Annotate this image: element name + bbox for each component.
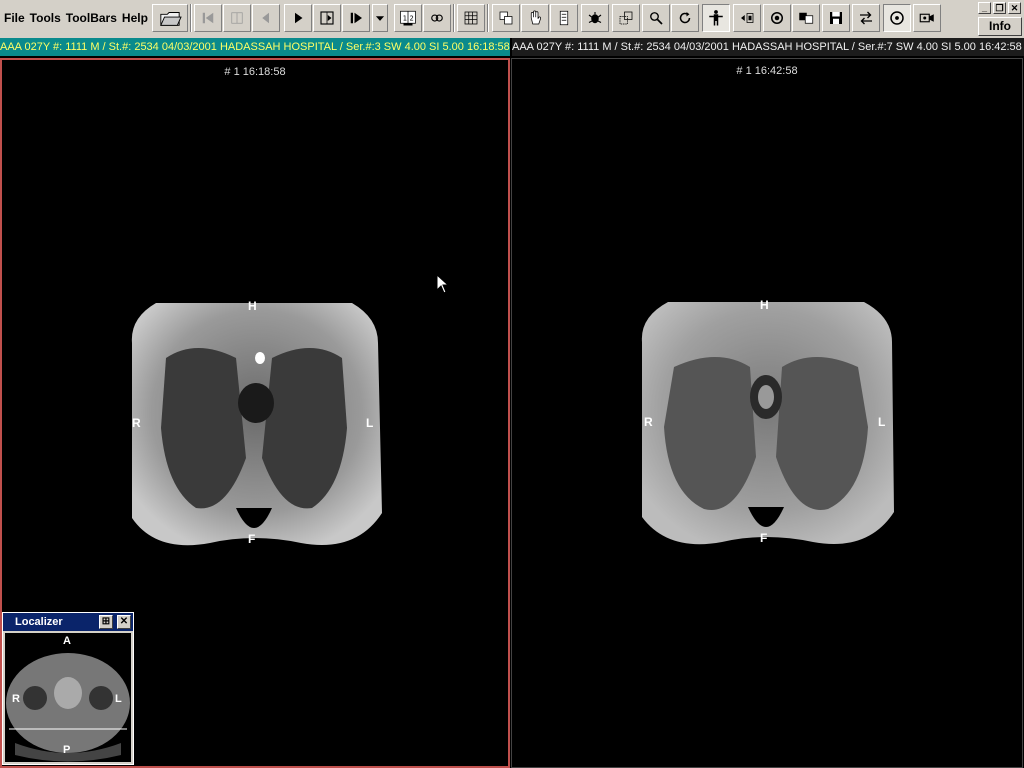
maximize-icon: ⊞ — [101, 616, 111, 627]
grid-icon — [464, 11, 478, 25]
menu-bar: File Tools ToolBars Help — [4, 11, 148, 25]
left-mri-image — [131, 303, 382, 546]
skip-back-icon — [202, 12, 214, 24]
link-series-button[interactable] — [423, 4, 451, 32]
right-orientation-right: L — [878, 415, 886, 429]
right-mri-image — [641, 302, 894, 545]
body-icon — [709, 10, 723, 26]
left-image-stamp: # 1 16:18:58 — [224, 66, 286, 78]
menu-toolbars[interactable]: ToolBars — [66, 11, 117, 25]
bug-icon — [588, 12, 602, 24]
hand-icon — [530, 10, 542, 25]
localizer-orientation-right: L — [115, 693, 122, 705]
zoom-button[interactable] — [642, 4, 670, 32]
menu-file[interactable]: File — [4, 11, 25, 25]
right-orientation-top: H — [760, 298, 769, 312]
svg-text:1: 1 — [403, 14, 407, 22]
select-region-button[interactable] — [612, 4, 640, 32]
mouse-cursor-icon — [436, 274, 450, 294]
right-series-header: AAA 027Y #: 1111 M / St.#: 2534 04/03/20… — [512, 38, 1024, 56]
save-button[interactable] — [822, 4, 850, 32]
region-icon — [619, 11, 633, 25]
right-orientation-bottom: F — [760, 531, 768, 545]
svg-text:2: 2 — [410, 14, 414, 22]
localizer-image — [6, 653, 130, 762]
magnifier-icon — [650, 12, 663, 25]
localizer-maximize-button[interactable]: ⊞ — [99, 615, 113, 629]
right-viewport[interactable]: # 1 16:42:58 H F R L — [511, 58, 1023, 768]
prev-series-button[interactable] — [223, 4, 251, 32]
orientation-button[interactable] — [702, 4, 730, 32]
minimize-button[interactable]: _ — [978, 2, 991, 14]
pan-button[interactable] — [521, 4, 549, 32]
left-series-header: AAA 027Y #: 1111 M / St.#: 2534 04/03/20… — [0, 38, 510, 56]
close-icon: ✕ — [119, 616, 129, 627]
compare-icon — [799, 12, 814, 24]
localizer-view[interactable]: A P R L — [5, 633, 131, 762]
series-forward-icon — [320, 11, 334, 25]
rotate-icon — [679, 12, 691, 24]
compare-button[interactable] — [792, 4, 820, 32]
swap-arrows-icon — [860, 11, 872, 25]
flip-icon — [741, 13, 754, 23]
copy-button[interactable] — [492, 4, 520, 32]
menu-help[interactable]: Help — [122, 11, 148, 25]
more-dropdown-button[interactable] — [372, 4, 388, 32]
target-button[interactable] — [763, 4, 791, 32]
play-icon — [295, 12, 303, 24]
measure-button[interactable] — [581, 4, 609, 32]
play-button[interactable] — [284, 4, 312, 32]
chevron-down-icon — [375, 16, 385, 21]
main-toolbar: File Tools ToolBars Help 12 _ ❐ ✕ Info — [0, 0, 1024, 38]
grid-button[interactable] — [457, 4, 485, 32]
right-orientation-left: R — [644, 415, 653, 429]
skip-forward-icon — [350, 12, 362, 24]
folder-open-icon — [160, 12, 182, 26]
circle-dot-icon — [890, 11, 904, 25]
layout-1x2-icon: 12 — [400, 10, 416, 26]
cine-button[interactable] — [883, 4, 911, 32]
flip-button[interactable] — [733, 4, 761, 32]
first-frame-button[interactable] — [194, 4, 222, 32]
copy-icon — [499, 11, 513, 25]
video-camera-icon — [919, 13, 934, 23]
left-orientation-right: L — [366, 416, 374, 430]
close-button[interactable]: ✕ — [1008, 2, 1021, 14]
triangle-left-icon — [262, 12, 269, 24]
left-orientation-left: R — [132, 416, 141, 430]
restore-button[interactable]: ❐ — [993, 2, 1006, 14]
info-button[interactable]: Info — [978, 17, 1022, 36]
link-icon — [431, 14, 443, 22]
localizer-orientation-top: A — [63, 635, 71, 647]
localizer-orientation-left: R — [12, 693, 20, 705]
left-orientation-top: H — [248, 299, 257, 313]
next-series-button[interactable] — [313, 4, 341, 32]
layout-button[interactable]: 12 — [394, 4, 422, 32]
floppy-icon — [830, 12, 842, 24]
swap-button[interactable] — [852, 4, 880, 32]
localizer-title-bar[interactable]: Localizer ⊞ ✕ — [3, 613, 133, 631]
series-back-icon — [231, 12, 243, 24]
left-orientation-bottom: F — [248, 532, 256, 546]
rotate-button[interactable] — [671, 4, 699, 32]
target-icon — [771, 12, 783, 24]
localizer-orientation-bottom: P — [63, 744, 71, 756]
open-study-button[interactable] — [152, 4, 188, 32]
prev-frame-button[interactable] — [252, 4, 280, 32]
stack-button[interactable] — [550, 4, 578, 32]
localizer-window[interactable]: Localizer ⊞ ✕ A P R L — [2, 612, 134, 765]
localizer-title: Localizer — [15, 616, 63, 628]
stack-icon — [559, 10, 569, 26]
menu-tools[interactable]: Tools — [30, 11, 61, 25]
next-frame-button[interactable] — [342, 4, 370, 32]
video-button[interactable] — [913, 4, 941, 32]
localizer-close-button[interactable]: ✕ — [117, 615, 131, 629]
right-image-stamp: # 1 16:42:58 — [736, 65, 798, 77]
